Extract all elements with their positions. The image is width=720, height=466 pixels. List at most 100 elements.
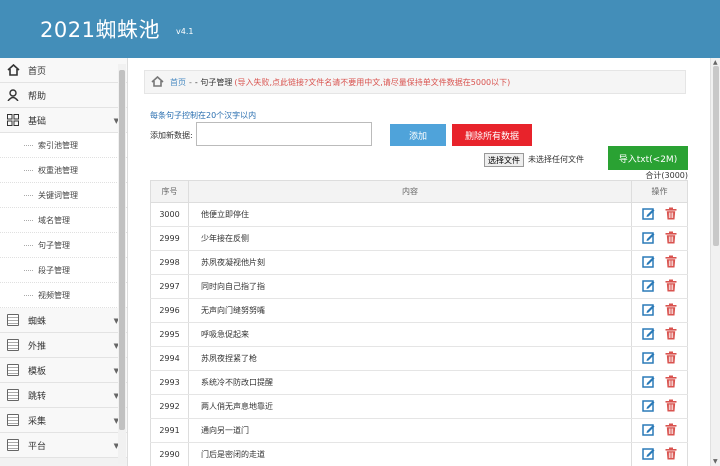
table-row: 2994 苏夙夜捏紧了枪 bbox=[150, 346, 688, 371]
scroll-down-arrow-icon[interactable]: ▼ bbox=[713, 458, 718, 465]
row-id: 2999 bbox=[150, 226, 189, 251]
row-id: 2992 bbox=[150, 394, 189, 419]
import-help-link[interactable]: (导入失败,点此链接?文件名请不要用中文,请尽量保持单文件数据在5000以下) bbox=[234, 77, 510, 88]
edit-icon[interactable] bbox=[642, 423, 655, 438]
trash-icon[interactable] bbox=[665, 327, 677, 342]
delete-all-button[interactable]: 删除所有数据 bbox=[452, 124, 532, 146]
sidebar-scroll-thumb[interactable] bbox=[119, 70, 125, 430]
edit-icon[interactable] bbox=[642, 279, 655, 294]
trash-icon[interactable] bbox=[665, 423, 677, 438]
sidebar-item-collect[interactable]: 采集 ▼ bbox=[0, 408, 127, 433]
row-id: 2993 bbox=[150, 370, 189, 395]
trash-icon[interactable] bbox=[665, 279, 677, 294]
row-content: 少年接在反侧 bbox=[188, 226, 632, 251]
table-row: 2999 少年接在反侧 bbox=[150, 226, 688, 251]
trash-icon[interactable] bbox=[665, 255, 677, 270]
trash-icon[interactable] bbox=[665, 399, 677, 414]
sidebar-subitem-jokes[interactable]: 段子管理 bbox=[0, 258, 127, 283]
row-id: 2994 bbox=[150, 346, 189, 371]
edit-icon[interactable] bbox=[642, 207, 655, 222]
module-icon bbox=[6, 413, 20, 427]
edit-icon[interactable] bbox=[642, 447, 655, 462]
trash-icon[interactable] bbox=[665, 231, 677, 246]
row-content: 门后是密闭的走道 bbox=[188, 442, 632, 466]
sidebar-item-label: 帮助 bbox=[28, 91, 47, 102]
edit-icon[interactable] bbox=[642, 351, 655, 366]
row-id: 2997 bbox=[150, 274, 189, 299]
sidebar-item-spider[interactable]: 蜘蛛 ▼ bbox=[0, 308, 127, 333]
row-actions bbox=[631, 346, 688, 371]
table-header-row: 序号 内容 操作 bbox=[150, 180, 688, 203]
user-icon bbox=[6, 88, 20, 102]
edit-icon[interactable] bbox=[642, 375, 655, 390]
sidebar-item-redirect[interactable]: 跳转 ▼ bbox=[0, 383, 127, 408]
trash-icon[interactable] bbox=[665, 447, 677, 462]
sidebar-subitem-keywords[interactable]: 关键词管理 bbox=[0, 183, 127, 208]
trash-icon[interactable] bbox=[665, 303, 677, 318]
edit-icon[interactable] bbox=[642, 231, 655, 246]
sidebar-item-outreach[interactable]: 外推 ▼ bbox=[0, 333, 127, 358]
trash-icon[interactable] bbox=[665, 207, 677, 222]
table-row: 2991 通向另一道门 bbox=[150, 418, 688, 443]
sidebar-subitem-videos[interactable]: 视频管理 bbox=[0, 283, 127, 308]
sentence-length-hint: 每条句子控制在20个汉字以内 bbox=[150, 111, 257, 120]
sentence-table: 序号 内容 操作 3000 他便立即停住 2999 少年接在反侧 2998 苏夙夜凝视他片… bbox=[150, 180, 688, 466]
row-actions bbox=[631, 298, 688, 323]
row-id: 2991 bbox=[150, 418, 189, 443]
row-actions bbox=[631, 370, 688, 395]
edit-icon[interactable] bbox=[642, 303, 655, 318]
sidebar-scrollbar[interactable] bbox=[118, 64, 126, 464]
row-content: 通向另一道门 bbox=[188, 418, 632, 443]
sidebar-item-platform[interactable]: 平台 ▼ bbox=[0, 433, 127, 458]
import-txt-button[interactable]: 导入txt(<2M) bbox=[608, 146, 688, 170]
row-id: 2998 bbox=[150, 250, 189, 275]
table-row: 2990 门后是密闭的走道 bbox=[150, 442, 688, 466]
row-actions bbox=[631, 226, 688, 251]
home-icon bbox=[151, 75, 164, 89]
main-content: 首页 - - 句子管理 (导入失败,点此链接?文件名请不要用中文,请尽量保持单文… bbox=[128, 58, 710, 466]
page-scroll-thumb[interactable] bbox=[713, 66, 719, 246]
sidebar-subitem-index-pool[interactable]: 索引池管理 bbox=[0, 133, 127, 158]
file-status: 未选择任何文件 bbox=[528, 155, 584, 164]
breadcrumb-home-link[interactable]: 首页 bbox=[170, 77, 186, 88]
row-actions bbox=[631, 322, 688, 347]
sidebar-item-basic[interactable]: 基础 ▼ bbox=[0, 108, 127, 133]
module-icon bbox=[6, 363, 20, 377]
add-button[interactable]: 添加 bbox=[390, 124, 446, 146]
row-content: 呼吸急促起来 bbox=[188, 322, 632, 347]
row-content: 同时向自己指了指 bbox=[188, 274, 632, 299]
module-icon bbox=[6, 438, 20, 452]
add-data-input[interactable] bbox=[196, 122, 372, 146]
sidebar-item-template[interactable]: 模板 ▼ bbox=[0, 358, 127, 383]
scroll-up-arrow-icon[interactable]: ▲ bbox=[713, 59, 718, 66]
sidebar-subitem-weight-pool[interactable]: 权重池管理 bbox=[0, 158, 127, 183]
trash-icon[interactable] bbox=[665, 351, 677, 366]
app-title: 2021蜘蛛池 bbox=[40, 18, 160, 42]
table-row: 2995 呼吸急促起来 bbox=[150, 322, 688, 347]
table-body: 3000 他便立即停住 2999 少年接在反侧 2998 苏夙夜凝视他片刻 2997 同时向自… bbox=[150, 202, 688, 466]
top-header: 2021蜘蛛池 v4.1 bbox=[0, 0, 720, 58]
row-content: 两人俏无声息地靠近 bbox=[188, 394, 632, 419]
sidebar-item-help[interactable]: 帮助 bbox=[0, 83, 127, 108]
row-content: 无声向门缝努努嘴 bbox=[188, 298, 632, 323]
sidebar-item-home[interactable]: 首页 bbox=[0, 58, 127, 83]
row-actions bbox=[631, 250, 688, 275]
trash-icon[interactable] bbox=[665, 375, 677, 390]
page-scrollbar[interactable]: ▲ ▼ bbox=[710, 58, 720, 466]
table-row: 3000 他便立即停住 bbox=[150, 202, 688, 227]
column-header-id: 序号 bbox=[150, 180, 189, 203]
breadcrumb: 首页 - - 句子管理 (导入失败,点此链接?文件名请不要用中文,请尽量保持单文… bbox=[144, 70, 686, 94]
sidebar-subitem-sentences[interactable]: 句子管理 bbox=[0, 233, 127, 258]
row-actions bbox=[631, 202, 688, 227]
row-id: 2995 bbox=[150, 322, 189, 347]
breadcrumb-separator: - bbox=[189, 77, 192, 87]
edit-icon[interactable] bbox=[642, 255, 655, 270]
home-icon bbox=[6, 63, 20, 77]
table-row: 2996 无声向门缝努努嘴 bbox=[150, 298, 688, 323]
sidebar-subitem-domains[interactable]: 域名管理 bbox=[0, 208, 127, 233]
edit-icon[interactable] bbox=[642, 399, 655, 414]
table-row: 2993 系统冷不防改口提醒 bbox=[150, 370, 688, 395]
add-data-label: 添加新数据: bbox=[150, 131, 193, 140]
choose-file-button[interactable]: 选择文件 bbox=[484, 153, 524, 167]
edit-icon[interactable] bbox=[642, 327, 655, 342]
